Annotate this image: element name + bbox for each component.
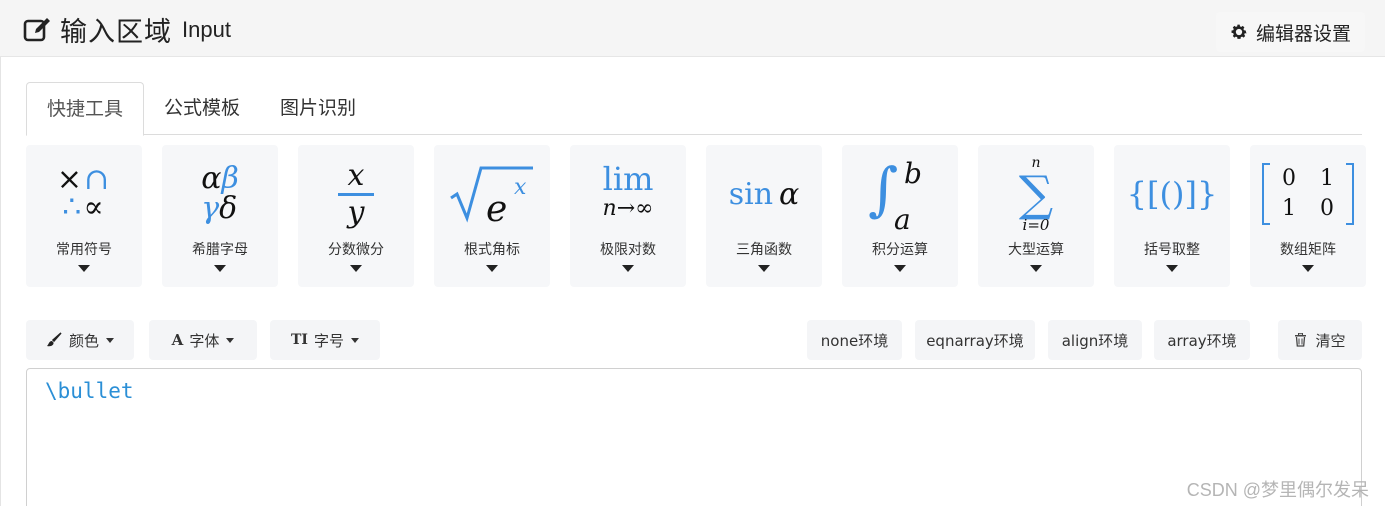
tool-radical-script[interactable]: e x 根式角标 — [434, 145, 550, 287]
trash-icon — [1295, 333, 1307, 347]
tab-bar: 快捷工具 公式模板 图片识别 — [26, 82, 1362, 136]
tool-label: 希腊字母 — [192, 242, 248, 258]
caret-down-icon — [226, 337, 235, 343]
fraction-denominator: y — [347, 194, 365, 230]
matrix-cell: 0 — [1282, 166, 1296, 191]
editor-settings-label: 编辑器设置 — [1255, 22, 1351, 45]
root-base: e — [486, 189, 508, 230]
caret-down-icon — [214, 265, 226, 272]
caret-down-icon — [1302, 265, 1314, 272]
page-title: 输入区域 Input — [22, 10, 231, 49]
caret-down-icon — [622, 265, 634, 272]
tool-trigonometric[interactable]: sin α 三角函数 — [706, 145, 822, 287]
caret-down-icon — [486, 265, 498, 272]
limit-preview: lim n→∞ — [570, 153, 686, 235]
env-eqnarray-button[interactable]: eqnarray环境 — [915, 320, 1035, 360]
fraction-numerator: x — [347, 157, 365, 193]
caret-down-icon — [894, 265, 906, 272]
font-icon: A — [171, 331, 184, 349]
tool-label: 极限对数 — [600, 242, 656, 258]
tool-palette: ×∩ ∴∝ 常用符号 αβ γδ 希腊字母 x y 分数微分 e x 根式角标 … — [26, 145, 1366, 287]
caret-down-icon — [350, 265, 362, 272]
tool-fraction-differential[interactable]: x y 分数微分 — [298, 145, 414, 287]
brackets-symbol: {[()]} — [1126, 175, 1218, 213]
font-size-dropdown[interactable]: TI 字号 — [270, 320, 380, 360]
common-symbols-preview: ×∩ ∴∝ — [26, 153, 142, 235]
title-english: Input — [182, 16, 231, 42]
tool-label: 积分运算 — [872, 242, 928, 258]
greek-letters-preview: αβ γδ — [162, 153, 278, 235]
color-label: 颜色 — [68, 331, 99, 350]
edit-icon — [22, 15, 52, 45]
brackets-preview: {[()]} — [1114, 153, 1230, 235]
caret-down-icon — [106, 337, 114, 343]
tool-label: 数组矩阵 — [1280, 242, 1336, 258]
sigma-symbol: ∑ — [1018, 165, 1054, 222]
editor-settings-button[interactable]: 编辑器设置 — [1215, 12, 1365, 52]
latex-editor[interactable]: \bullet — [26, 368, 1362, 506]
title-chinese: 输入区域 — [60, 17, 172, 48]
delta-symbol: δ — [219, 191, 238, 226]
trig-function: sin — [728, 176, 774, 212]
matrix-cell: 0 — [1320, 196, 1334, 221]
tool-common-symbols[interactable]: ×∩ ∴∝ 常用符号 — [26, 145, 142, 287]
tab-quick-tools[interactable]: 快捷工具 — [26, 82, 145, 136]
env-array-button[interactable]: array环境 — [1154, 320, 1250, 360]
clear-button[interactable]: 清空 — [1278, 320, 1362, 360]
caret-down-icon — [350, 337, 359, 343]
summation-preview: n ∑ i=0 — [978, 153, 1094, 235]
tab-formula-templates[interactable]: 公式模板 — [144, 82, 260, 135]
tab-image-recognition[interactable]: 图片识别 — [260, 82, 376, 135]
trig-variable: α — [779, 176, 800, 212]
limit-subscript: n→∞ — [602, 196, 654, 221]
tool-brackets[interactable]: {[()]} 括号取整 — [1114, 145, 1230, 287]
matrix-cell: 1 — [1282, 196, 1296, 221]
matrix-cell: 1 — [1320, 166, 1334, 191]
watermark: CSDN @梦里偶尔发呆 — [1186, 480, 1369, 500]
tool-limit-log[interactable]: lim n→∞ 极限对数 — [570, 145, 686, 287]
tool-label: 根式角标 — [464, 242, 520, 258]
caret-down-icon — [1030, 265, 1042, 272]
font-label: 字体 — [189, 331, 220, 350]
trig-preview: sin α — [706, 153, 822, 235]
sum-lower: i=0 — [1022, 215, 1050, 234]
matrix-right-bracket — [1346, 163, 1354, 225]
caret-down-icon — [758, 265, 770, 272]
font-size-icon: TI — [291, 332, 308, 348]
propto-symbol: ∝ — [83, 190, 106, 225]
caret-down-icon — [1166, 265, 1178, 272]
font-size-label: 字号 — [313, 331, 344, 350]
editor-content[interactable]: \bullet — [45, 379, 134, 403]
brush-icon — [46, 332, 62, 347]
env-align-button[interactable]: align环境 — [1048, 320, 1142, 360]
tool-matrix[interactable]: 0 1 1 0 数组矩阵 — [1250, 145, 1366, 287]
matrix-preview: 0 1 1 0 — [1250, 153, 1366, 235]
env-none-button[interactable]: none环境 — [807, 320, 902, 360]
fraction-preview: x y — [298, 153, 414, 235]
tool-label: 括号取整 — [1144, 242, 1200, 258]
root-superscript: x — [514, 175, 527, 200]
tool-label: 大型运算 — [1008, 242, 1064, 258]
matrix-left-bracket — [1262, 163, 1270, 225]
tool-integral[interactable]: ∫ b a 积分运算 — [842, 145, 958, 287]
tool-label: 三角函数 — [736, 242, 792, 258]
gamma-symbol: γ — [201, 191, 220, 226]
limit-word: lim — [602, 160, 654, 198]
caret-down-icon — [78, 265, 90, 272]
tool-large-operators[interactable]: n ∑ i=0 大型运算 — [978, 145, 1094, 287]
font-dropdown[interactable]: A 字体 — [149, 320, 257, 360]
integral-upper: b — [904, 157, 922, 190]
therefore-symbol: ∴ — [62, 190, 84, 225]
gear-icon — [1231, 24, 1247, 39]
integral-preview: ∫ b a — [842, 153, 958, 236]
integral-lower: a — [894, 203, 911, 236]
tool-greek-letters[interactable]: αβ γδ 希腊字母 — [162, 145, 278, 287]
header-bar: 输入区域 Input 编辑器设置 — [0, 0, 1385, 57]
tool-label: 分数微分 — [328, 242, 384, 258]
tool-label: 常用符号 — [56, 242, 112, 258]
clear-label: 清空 — [1315, 331, 1346, 350]
color-dropdown[interactable]: 颜色 — [26, 320, 134, 360]
radical-preview: e x — [434, 153, 550, 235]
